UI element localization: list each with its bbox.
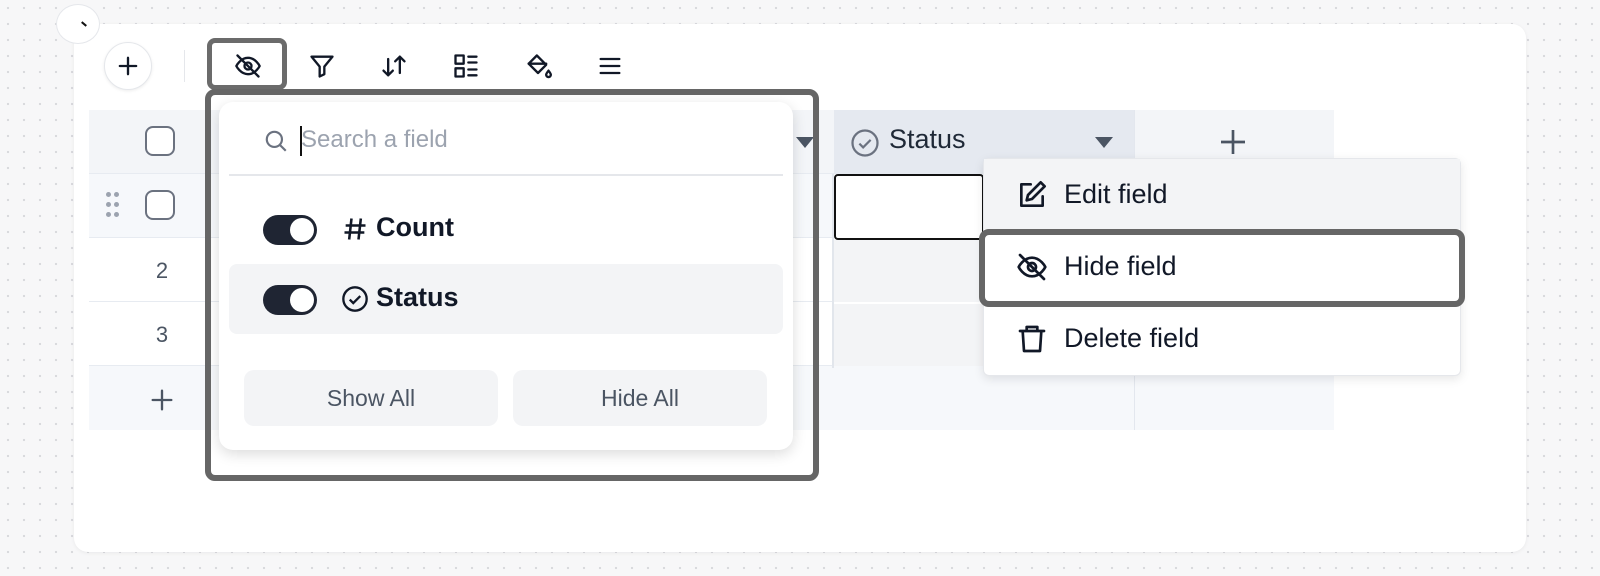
- status-column-caret-icon[interactable]: [1095, 137, 1113, 148]
- trash-icon: [1018, 325, 1046, 353]
- menu-icon: [599, 57, 621, 75]
- selected-cell[interactable]: [834, 174, 984, 240]
- add-column-icon[interactable]: [1217, 126, 1249, 158]
- toolbar-divider: [184, 50, 185, 82]
- status-cell[interactable]: [834, 240, 984, 302]
- plus-icon: [151, 389, 173, 411]
- edit-field-menu-item[interactable]: Edit field: [984, 159, 1460, 229]
- row-height-button[interactable]: [588, 48, 632, 84]
- edit-icon: [1020, 181, 1046, 207]
- filter-button[interactable]: [300, 48, 344, 84]
- drag-handle-icon[interactable]: [104, 192, 120, 224]
- status-column-label: Status: [889, 124, 966, 154]
- add-row-button[interactable]: [144, 382, 180, 418]
- group-icon: [454, 54, 478, 78]
- group-button[interactable]: [444, 48, 488, 84]
- status-cell[interactable]: [834, 304, 984, 366]
- sort-button[interactable]: [372, 48, 416, 84]
- filter-icon: [310, 55, 334, 78]
- collapse-handle[interactable]: [56, 4, 100, 44]
- row-number: 3: [155, 322, 169, 347]
- menu-item-label: Edit field: [1064, 179, 1168, 209]
- select-all-checkbox[interactable]: [145, 126, 175, 156]
- plus-icon: [118, 56, 138, 76]
- hide-fields-button-highlight: [207, 38, 287, 90]
- delete-field-menu-item[interactable]: Delete field: [984, 303, 1460, 373]
- add-record-button[interactable]: [104, 42, 152, 90]
- paint-bucket-icon: [527, 54, 552, 79]
- popover-highlight: [205, 89, 819, 481]
- sort-icon: [382, 55, 406, 77]
- menu-item-highlight: [979, 229, 1465, 307]
- menu-item-label: Delete field: [1064, 323, 1200, 353]
- row-color-button[interactable]: [516, 48, 560, 84]
- row-checkbox[interactable]: [145, 190, 175, 220]
- row-number: 2: [155, 258, 169, 283]
- circle-check-icon: [851, 129, 879, 157]
